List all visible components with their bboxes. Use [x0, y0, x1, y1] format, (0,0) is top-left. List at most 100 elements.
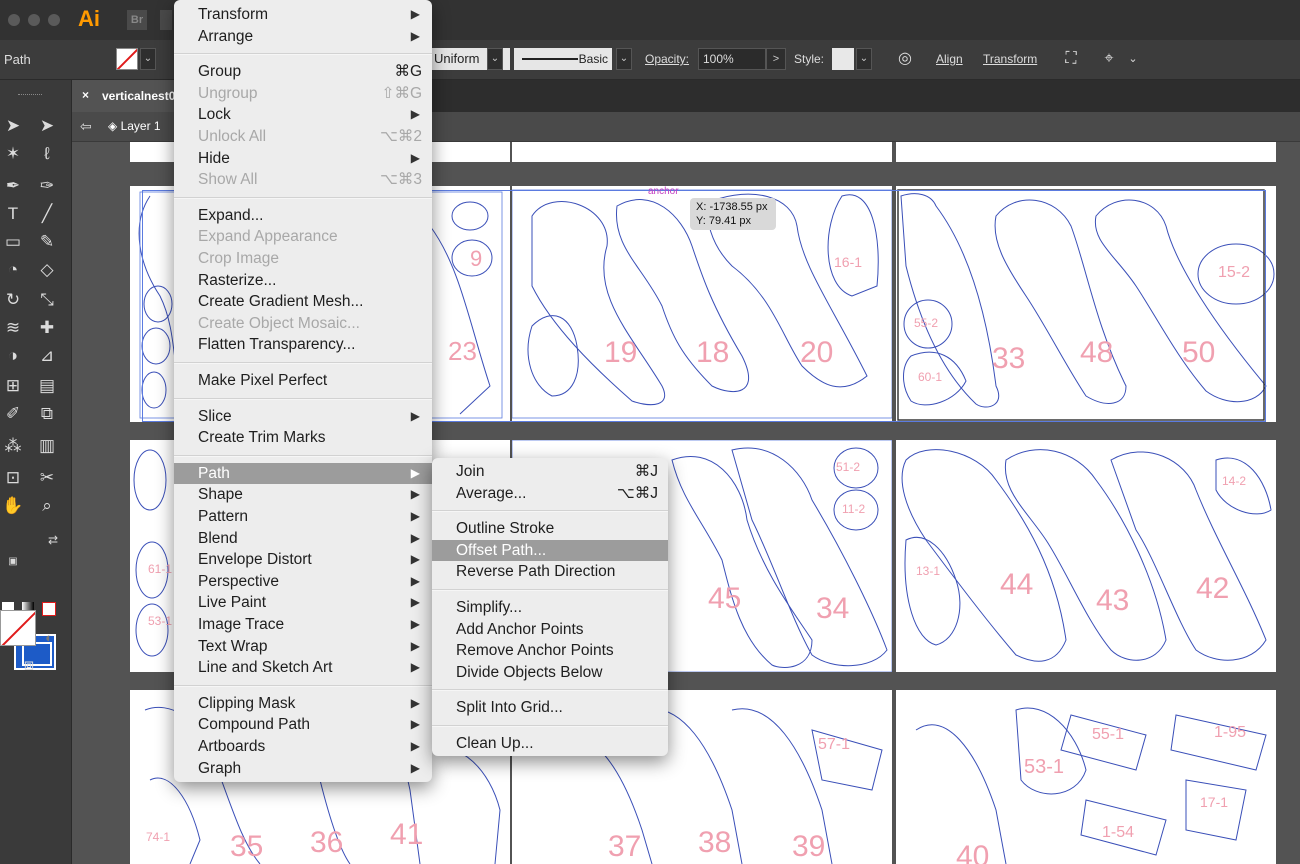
menu-item-average[interactable]: Average... ⌥⌘J — [432, 483, 668, 504]
default-fill-stroke-icon[interactable]: ▣ — [0, 550, 26, 574]
artboard[interactable]: 44 43 42 13-1 14-2 — [896, 440, 1276, 672]
menu-item-compound-path[interactable]: Compound Path ▶ — [174, 714, 432, 735]
menu-item-expand[interactable]: Expand... — [174, 205, 432, 226]
scale-tool-icon[interactable]: ⤡ — [34, 288, 60, 312]
artboard[interactable]: 40 53-1 55-1 1-95 17-1 1-54 — [896, 690, 1276, 864]
close-tab-icon[interactable]: × — [82, 88, 89, 102]
panel-grip[interactable] — [18, 94, 42, 98]
menu-item-slice[interactable]: Slice ▶ — [174, 406, 432, 427]
zoom-tool-icon[interactable]: ⌕ — [34, 494, 60, 518]
menu-item-rasterize[interactable]: Rasterize... — [174, 270, 432, 291]
none-mode-icon[interactable] — [42, 602, 56, 616]
swap-fill-stroke-icon[interactable]: ⇄ — [40, 528, 66, 552]
artboard[interactable] — [512, 142, 892, 162]
menu-item-pattern[interactable]: Pattern ▶ — [174, 506, 432, 527]
eraser-tool-icon[interactable]: ◇ — [34, 258, 60, 282]
selection-tool-icon[interactable]: ➤ — [0, 114, 26, 138]
opacity-label[interactable]: Opacity: — [645, 52, 689, 66]
menu-item-clipping-mask[interactable]: Clipping Mask ▶ — [174, 693, 432, 714]
menu-item-reverse-path-direction[interactable]: Reverse Path Direction — [432, 561, 668, 582]
menu-item-hide[interactable]: Hide ▶ — [174, 148, 432, 169]
symbol-sprayer-tool-icon[interactable]: ⁂ — [0, 434, 26, 458]
fill-dropdown-chevron-icon[interactable]: ⌄ — [140, 48, 156, 70]
menu-item-remove-anchor-points[interactable]: Remove Anchor Points — [432, 640, 668, 661]
curvature-tool-icon[interactable]: ✑ — [34, 174, 60, 198]
menu-item-group[interactable]: Group ⌘G — [174, 61, 432, 82]
profile-chevron-icon[interactable]: ⌄ — [487, 48, 503, 70]
brush-chevron-icon[interactable]: ⌄ — [616, 48, 632, 70]
menu-item-artboards[interactable]: Artboards ▶ — [174, 736, 432, 757]
fill-swatch-none[interactable] — [116, 48, 138, 70]
hand-tool-icon[interactable]: ✋ — [0, 494, 26, 518]
eyedropper-tool-icon[interactable]: ✐ — [0, 402, 26, 426]
menu-item-line-and-sketch-art[interactable]: Line and Sketch Art ▶ — [174, 657, 432, 678]
rotate-tool-icon[interactable]: ↻ — [0, 288, 26, 312]
isolate-selection-icon[interactable]: ⛶ — [1060, 48, 1082, 70]
menu-item-divide-objects-below[interactable]: Divide Objects Below — [432, 662, 668, 683]
menu-item-split-into-grid[interactable]: Split Into Grid... — [432, 697, 668, 718]
menu-item-outline-stroke[interactable]: Outline Stroke — [432, 518, 668, 539]
column-graph-tool-icon[interactable]: ▥ — [34, 434, 60, 458]
stock-button[interactable] — [160, 10, 172, 30]
draw-inside-icon[interactable]: ◐ — [36, 626, 62, 650]
align-link[interactable]: Align — [936, 52, 963, 66]
menu-item-flatten-transparency[interactable]: Flatten Transparency... — [174, 334, 432, 355]
menu-item-add-anchor-points[interactable]: Add Anchor Points — [432, 619, 668, 640]
width-tool-icon[interactable]: ≋ — [0, 316, 26, 340]
menu-item-create-gradient-mesh[interactable]: Create Gradient Mesh... — [174, 291, 432, 312]
menu-item-perspective[interactable]: Perspective ▶ — [174, 571, 432, 592]
window-minimize-button[interactable] — [28, 14, 40, 26]
brush-definition-dropdown[interactable]: Basic — [514, 48, 612, 70]
gradient-tool-icon[interactable]: ▤ — [34, 374, 60, 398]
menu-item-envelope-distort[interactable]: Envelope Distort ▶ — [174, 549, 432, 570]
perspective-grid-tool-icon[interactable]: ⊿ — [34, 344, 60, 368]
lasso-tool-icon[interactable]: ℓ — [34, 142, 60, 166]
pen-tool-icon[interactable]: ✒ — [0, 174, 26, 198]
menu-item-graph[interactable]: Graph ▶ — [174, 758, 432, 779]
opacity-arrow-button[interactable]: > — [766, 48, 786, 70]
transform-link[interactable]: Transform — [983, 52, 1037, 66]
artboard[interactable] — [896, 142, 1276, 162]
menu-item-make-pixel-perfect[interactable]: Make Pixel Perfect — [174, 370, 432, 391]
menu-item-image-trace[interactable]: Image Trace ▶ — [174, 614, 432, 635]
type-tool-icon[interactable]: T — [0, 202, 26, 226]
artboard-tool-icon[interactable]: ⊡ — [0, 466, 26, 490]
menu-item-offset-path[interactable]: Offset Path... — [432, 539, 668, 561]
breadcrumb-layer[interactable]: ◈ Layer 1 — [108, 119, 161, 133]
rectangle-tool-icon[interactable]: ▭ — [0, 230, 26, 254]
window-close-button[interactable] — [8, 14, 20, 26]
magic-wand-tool-icon[interactable]: ✶ — [0, 142, 26, 166]
menu-item-create-trim-marks[interactable]: Create Trim Marks — [174, 427, 432, 448]
blend-tool-icon[interactable]: ⧉ — [34, 402, 60, 426]
fill-swatch[interactable] — [0, 610, 36, 646]
menu-item-live-paint[interactable]: Live Paint ▶ — [174, 592, 432, 613]
control-menu-chevron-icon[interactable]: ⌄ — [1122, 48, 1144, 70]
line-tool-icon[interactable]: ╱ — [34, 202, 60, 226]
menu-item-blend[interactable]: Blend ▶ — [174, 528, 432, 549]
puppet-warp-icon[interactable]: ⌖ — [1098, 48, 1120, 70]
shape-builder-tool-icon[interactable]: ◑ — [0, 344, 26, 368]
puppet-warp-tool-icon[interactable]: ✚ — [34, 316, 60, 340]
window-zoom-button[interactable] — [48, 14, 60, 26]
bridge-button[interactable]: Br — [127, 10, 147, 30]
menu-item-shape[interactable]: Shape ▶ — [174, 484, 432, 505]
opacity-input[interactable]: 100% — [698, 48, 766, 70]
slice-tool-icon[interactable]: ✂ — [34, 466, 60, 490]
menu-item-lock[interactable]: Lock ▶ — [174, 104, 432, 125]
menu-item-path[interactable]: Path ▶ — [174, 462, 432, 484]
paintbrush-tool-icon[interactable]: ✎ — [34, 230, 60, 254]
menu-item-clean-up[interactable]: Clean Up... — [432, 733, 668, 754]
graphic-style-swatch[interactable] — [832, 48, 854, 70]
mesh-tool-icon[interactable]: ⊞ — [0, 374, 26, 398]
artboard[interactable]: 33 48 50 55-2 15-2 60-1 — [896, 186, 1276, 422]
recolor-artwork-icon[interactable]: ◎ — [894, 48, 916, 70]
back-arrow-icon[interactable]: ⇦ — [80, 118, 92, 135]
menu-item-simplify[interactable]: Simplify... — [432, 597, 668, 618]
screen-mode-icon[interactable]: ⧈ — [16, 654, 42, 678]
menu-item-arrange[interactable]: Arrange ▶ — [174, 26, 432, 47]
menu-item-join[interactable]: Join ⌘J — [432, 461, 668, 482]
shaper-tool-icon[interactable]: ◔ — [0, 258, 26, 282]
direct-selection-tool-icon[interactable]: ➤ — [34, 114, 60, 138]
menu-item-transform[interactable]: Transform ▶ — [174, 4, 432, 25]
style-chevron-icon[interactable]: ⌄ — [856, 48, 872, 70]
